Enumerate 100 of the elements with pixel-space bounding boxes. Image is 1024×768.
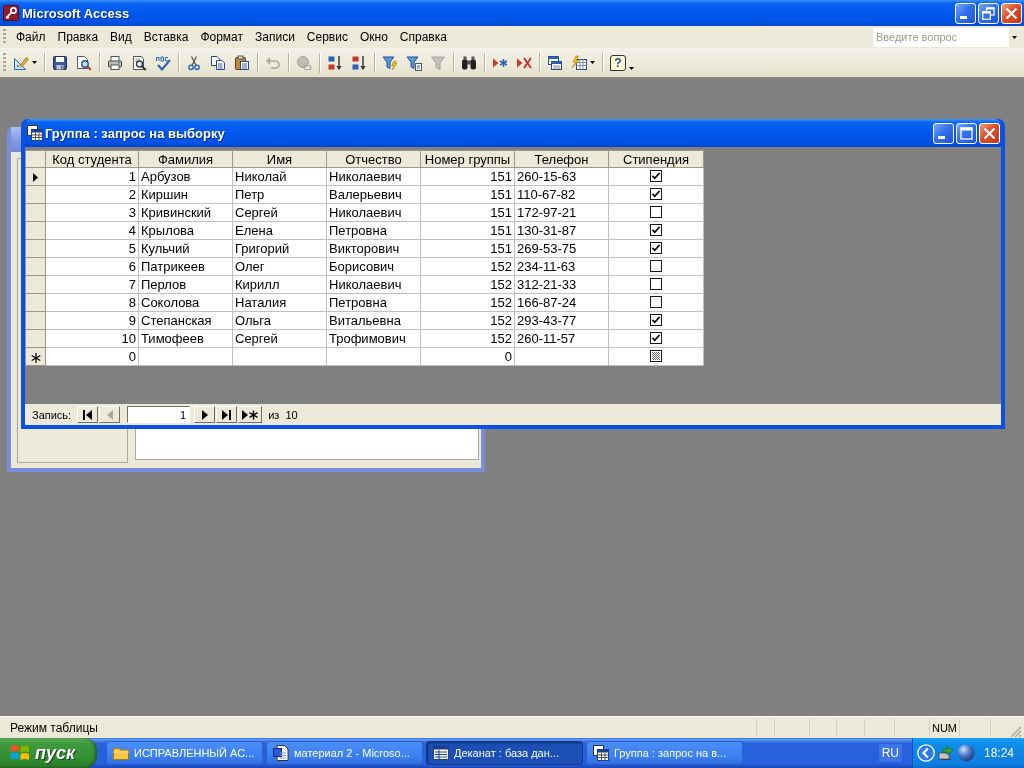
table-cell: Кирилл	[232, 275, 327, 294]
table-cell: 151	[420, 203, 515, 222]
column-header[interactable]: Код студента	[45, 150, 139, 168]
menu-item[interactable]: Вид	[104, 27, 138, 47]
column-header[interactable]: Стипендия	[608, 150, 704, 168]
table-cell: Патрикеев	[138, 257, 233, 276]
column-header[interactable]: Телефон	[514, 150, 609, 168]
taskbar-button[interactable]: Группа : запрос на в...	[586, 741, 743, 765]
table-cell: 10	[45, 329, 139, 348]
help-search-field[interactable]: Введите вопрос	[873, 27, 1009, 47]
close-icon	[1005, 6, 1018, 20]
table-cell: 152	[420, 311, 515, 330]
minimize-button[interactable]	[933, 122, 954, 144]
close-button[interactable]	[1001, 2, 1022, 24]
sort-ascending-icon	[327, 54, 343, 71]
table-cell: Соколова	[138, 293, 233, 312]
table-cell: Тимофеев	[138, 329, 233, 348]
menu-item[interactable]: Вставка	[137, 27, 195, 47]
taskbar-button[interactable]: Деканат : база дан...	[426, 741, 583, 765]
datasheet-icon	[27, 125, 43, 141]
checkbox[interactable]	[650, 170, 662, 183]
table-cell: 260-15-63	[514, 167, 609, 186]
maximize-icon	[960, 126, 973, 140]
column-header[interactable]: Отчество	[326, 150, 421, 168]
menu-item[interactable]: Записи	[249, 27, 301, 47]
table-cell: 9	[45, 311, 139, 330]
network-arrow-icon[interactable]	[937, 745, 954, 761]
toolbar-button[interactable]: ?	[606, 51, 638, 74]
table-cell: Петр	[232, 185, 327, 204]
menu-item[interactable]: Правка	[51, 27, 105, 47]
record-navigation-button[interactable]	[77, 406, 99, 423]
funnel-lightning-icon	[382, 54, 398, 71]
checkbox[interactable]	[650, 242, 662, 255]
table-cell: Кульчий	[138, 239, 233, 258]
table-cell: 152	[420, 293, 515, 312]
checkbox[interactable]	[650, 332, 662, 345]
caret-icon	[32, 61, 37, 64]
column-header[interactable]: Имя	[232, 150, 327, 168]
grip-handle[interactable]	[3, 52, 6, 73]
caret-icon	[590, 61, 595, 64]
funnel-icon	[430, 54, 446, 71]
checkbox[interactable]	[650, 278, 662, 291]
minimize-icon	[938, 136, 945, 139]
close-icon	[983, 126, 996, 140]
asterisk-icon	[30, 352, 41, 363]
table-cell: Кривинский	[138, 203, 233, 222]
resize-grip-icon[interactable]	[1010, 726, 1022, 738]
maximize-button[interactable]	[956, 122, 977, 144]
table-cell: 7	[45, 275, 139, 294]
table-cell: 151	[420, 167, 515, 186]
column-header[interactable]: Фамилия	[138, 150, 233, 168]
record-navigation-button[interactable]	[194, 406, 216, 423]
spell-check-icon	[155, 54, 171, 71]
grip-handle[interactable]	[3, 29, 6, 45]
column-header[interactable]: Номер группы	[420, 150, 515, 168]
start-button[interactable]: пуск	[0, 738, 97, 768]
table-cell: Степанская	[138, 311, 233, 330]
menu-item[interactable]: Формат	[194, 27, 250, 47]
language-indicator[interactable]: RU	[878, 744, 902, 762]
table-cell: Арбузов	[138, 167, 233, 186]
table-cell: 110-67-82	[514, 185, 609, 204]
record-count: из 10	[268, 408, 298, 421]
table-cell: 3	[45, 203, 139, 222]
close-button[interactable]	[979, 122, 1000, 144]
table-cell: 0	[420, 347, 515, 366]
menu-item[interactable]: Сервис	[300, 27, 354, 47]
minimize-icon	[960, 16, 967, 19]
checkbox[interactable]	[650, 224, 662, 237]
key-icon	[3, 5, 19, 21]
table-cell: Сергей	[232, 203, 327, 222]
binoculars-icon	[461, 54, 477, 71]
minimize-button[interactable]	[955, 2, 976, 24]
checkbox[interactable]	[650, 260, 662, 273]
restore-icon	[982, 6, 995, 20]
status-text: Режим таблицы	[9, 720, 99, 735]
record-number-field[interactable]: 1	[127, 406, 191, 423]
table-cell: Крылова	[138, 221, 233, 240]
checkbox[interactable]	[650, 350, 662, 363]
table-cell: 151	[420, 221, 515, 240]
table-cell: 151	[420, 239, 515, 258]
table-cell: Ольга	[232, 311, 327, 330]
menu-item[interactable]: Справка	[393, 27, 453, 47]
chevron-left-icon[interactable]	[916, 744, 935, 762]
checkbox[interactable]	[650, 188, 662, 201]
taskbar-button[interactable]: ИСПРАВЛЕННЫЙ АС...	[106, 741, 263, 765]
checkbox[interactable]	[650, 314, 662, 327]
record-navigation-button[interactable]	[238, 406, 263, 423]
folder-icon	[113, 745, 129, 761]
restore-button[interactable]	[978, 2, 999, 24]
menu-item[interactable]: Файл	[10, 27, 52, 47]
globe-link-icon	[296, 54, 312, 71]
record-navigation-button[interactable]	[216, 406, 238, 423]
sphere-icon[interactable]	[956, 744, 975, 762]
table-cell: 151	[420, 185, 515, 204]
checkbox[interactable]	[650, 206, 662, 219]
document-icon	[273, 745, 289, 761]
checkbox[interactable]	[650, 296, 662, 309]
taskbar-button[interactable]: материал 2 - Microso...	[266, 741, 423, 765]
print-preview-icon	[131, 54, 147, 71]
menu-item[interactable]: Окно	[353, 27, 394, 47]
